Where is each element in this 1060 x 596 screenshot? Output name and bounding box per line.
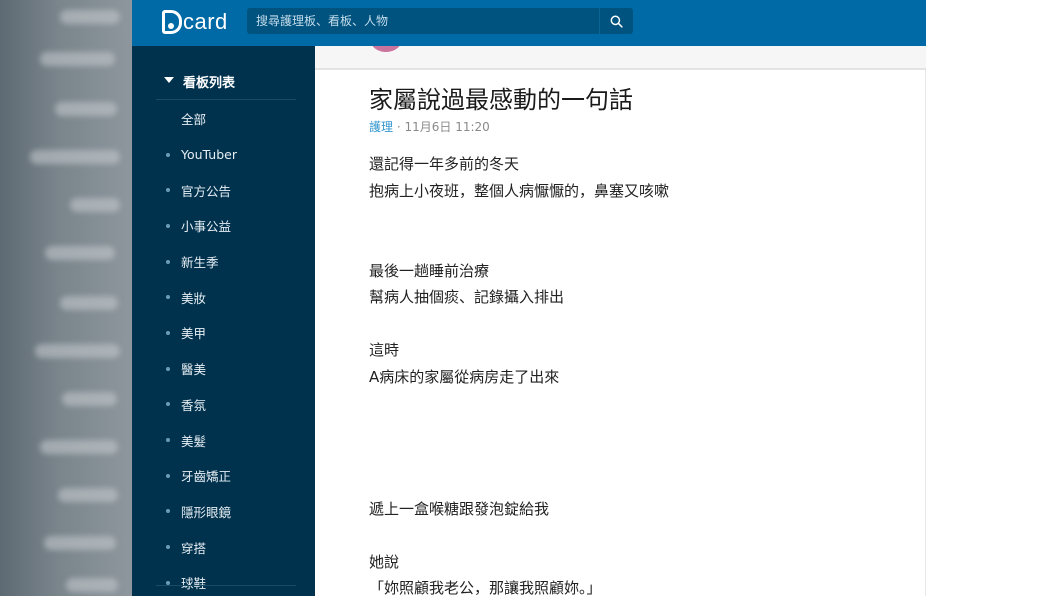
meta-separator: · — [396, 120, 401, 134]
board-list: 全部 YouTuber 官方公告 小事公益 新生季 美妝 美甲 醫美 香氛 美髮… — [132, 101, 315, 596]
blurred-backdrop-left — [0, 0, 132, 596]
sidebar-item-aesthetics[interactable]: 醫美 — [132, 351, 315, 387]
sidebar-item-label: 全部 — [181, 112, 207, 128]
sidebar-item-charity[interactable]: 小事公益 — [132, 208, 315, 244]
sidebar-item-announcements[interactable]: 官方公告 — [132, 172, 315, 208]
sidebar-item-outfit[interactable]: 穿搭 — [132, 529, 315, 565]
post-line: 「妳照顧我老公，那讓我照顧妳。」 — [369, 579, 602, 596]
post-line: 還記得一年多前的冬天 — [369, 155, 520, 173]
post-content: 家屬說過最感動的一句話 護理 · 11月6日 11:20 還記得一年多前的冬天 … — [315, 46, 926, 596]
bullet-dot-icon — [166, 509, 170, 514]
search-bar — [247, 8, 633, 34]
sidebar-item-hair[interactable]: 美髮 — [132, 422, 315, 458]
post-line: 遞上一盒喉糖跟發泡錠給我 — [369, 500, 550, 518]
dcard-logo-icon — [162, 10, 182, 34]
post-meta: 護理 · 11月6日 11:20 — [369, 118, 490, 135]
sidebar-item-label: 美甲 — [181, 326, 207, 342]
sidebar-item-label: 醫美 — [181, 362, 207, 378]
sidebar-item-label: 隱形眼鏡 — [181, 504, 232, 520]
sidebar-item-orthodontics[interactable]: 牙齒矯正 — [132, 458, 315, 494]
post-line: 幫病人抽個痰、記錄攝入排出 — [369, 288, 565, 306]
post-line: 抱病上小夜班，整個人病懨懨的，鼻塞又咳嗽 — [369, 182, 670, 200]
bullet-dot-icon — [166, 366, 170, 371]
sidebar-item-label: 小事公益 — [181, 219, 232, 235]
logo-text: card — [183, 9, 228, 34]
bullet-dot-icon — [166, 545, 170, 550]
search-icon — [610, 15, 623, 28]
sidebar: 看板列表 全部 YouTuber 官方公告 小事公益 新生季 美妝 美甲 醫美 … — [132, 46, 315, 596]
caret-down-icon — [164, 77, 174, 83]
bullet-dot-icon — [166, 473, 170, 478]
dcard-logo[interactable]: card — [162, 8, 228, 36]
sidebar-item-label: YouTuber — [181, 147, 237, 163]
bullet-dot-icon — [166, 295, 170, 300]
sidebar-item-label: 美髮 — [181, 433, 207, 449]
post-header-strip — [315, 46, 926, 70]
sidebar-item-freshman[interactable]: 新生季 — [132, 244, 315, 280]
bullet-dot-icon — [166, 402, 170, 407]
sidebar-item-makeup[interactable]: 美妝 — [132, 279, 315, 315]
sidebar-item-label: 香氛 — [181, 397, 207, 413]
search-input[interactable] — [247, 8, 599, 34]
sidebar-item-label: 牙齒矯正 — [181, 469, 232, 485]
post-line: A病床的家屬從病房走了出來 — [369, 368, 560, 386]
content-edge — [925, 70, 926, 596]
post-line: 這時 — [369, 341, 400, 359]
bullet-dot-icon — [166, 188, 170, 193]
bullet-dot-icon — [166, 223, 170, 228]
board-link[interactable]: 護理 — [369, 120, 393, 134]
search-button[interactable] — [599, 8, 633, 34]
bullet-dot-icon — [166, 438, 170, 443]
sidebar-item-sneakers[interactable]: 球鞋 — [132, 565, 315, 596]
top-navbar: card — [132, 0, 926, 46]
app-frame: card 看板列表 全部 YouTuber 官方公告 小事公益 新生季 美妝 美… — [132, 0, 926, 596]
bullet-dot-icon — [166, 330, 170, 335]
bullet-dot-icon — [166, 152, 170, 157]
bullet-dot-icon — [166, 259, 170, 264]
post-datetime: 11月6日 11:20 — [404, 120, 490, 134]
sidebar-divider — [156, 585, 296, 586]
sidebar-item-nails[interactable]: 美甲 — [132, 315, 315, 351]
backdrop-right — [926, 0, 1060, 596]
board-list-header: 看板列表 — [183, 76, 236, 91]
sidebar-item-youtuber[interactable]: YouTuber — [132, 137, 315, 173]
post-line: 最後一趟睡前治療 — [369, 262, 490, 280]
sidebar-item-label: 球鞋 — [181, 576, 207, 592]
sidebar-item-contact-lens[interactable]: 隱形眼鏡 — [132, 494, 315, 530]
sidebar-item-label: 穿搭 — [181, 540, 207, 556]
author-avatar[interactable] — [370, 46, 402, 52]
sidebar-item-fragrance[interactable]: 香氛 — [132, 387, 315, 423]
post-line: 她說 — [369, 553, 400, 571]
post-title: 家屬說過最感動的一句話 — [369, 86, 633, 114]
sidebar-item-label: 美妝 — [181, 290, 207, 306]
board-list-toggle[interactable]: 看板列表 — [156, 72, 296, 100]
sidebar-item-all[interactable]: 全部 — [132, 101, 315, 137]
sidebar-item-label: 新生季 — [181, 255, 219, 271]
sidebar-item-label: 官方公告 — [181, 183, 232, 199]
